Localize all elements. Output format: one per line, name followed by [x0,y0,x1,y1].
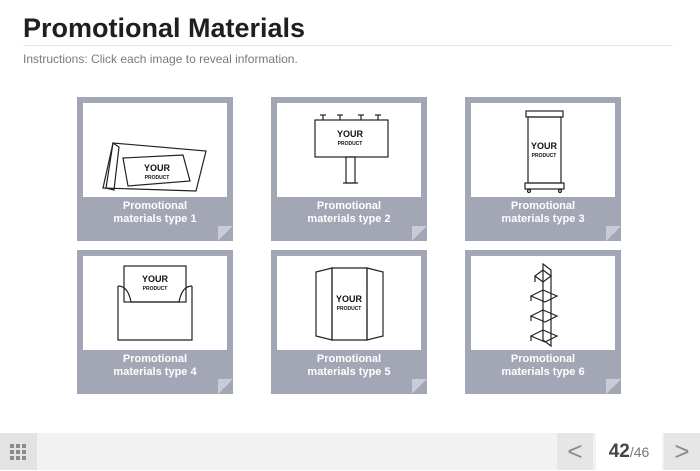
promo-card-3[interactable]: YOUR PRODUCT Promotional materials type … [465,97,621,241]
caption-line-1: Promotional [510,200,576,212]
promo-card-5[interactable]: YOUR PRODUCT Promotional materials type … [271,250,427,394]
brochure-holder-icon: YOUR PRODUCT [117,265,193,341]
footer-bar: < 42/46 > [0,433,700,470]
promo-card-caption: Promotional materials type 1 [77,200,233,226]
promo-card-image[interactable]: YOUR PRODUCT [83,256,227,350]
caption-line-2: materials type 2 [307,213,391,225]
rollup-banner-icon: YOUR PRODUCT [524,110,565,194]
menu-button[interactable] [0,433,37,470]
promo-card-caption: Promotional materials type 5 [271,353,427,379]
product-label-main: YOUR [142,274,169,284]
product-label-sub: PRODUCT [143,286,168,292]
page-curl-icon [606,379,621,394]
promo-card-image[interactable]: YOUR PRODUCT [471,103,615,197]
promo-card-image[interactable] [471,256,615,350]
caption-line-2: materials type 4 [113,366,197,378]
billboard-icon: YOUR PRODUCT [314,114,389,184]
product-label-sub: PRODUCT [532,153,557,159]
caption-line-2: materials type 3 [501,213,585,225]
caption-line-2: materials type 5 [307,366,391,378]
promo-card-6[interactable]: Promotional materials type 6 [465,250,621,394]
product-label-sub: PRODUCT [337,306,362,312]
caption-line-1: Promotional [510,353,576,365]
trifold-display-icon: YOUR PRODUCT [315,267,384,341]
page-counter: 42/46 [596,433,662,470]
promo-card-image[interactable]: YOUR PRODUCT [277,103,421,197]
product-label-sub: PRODUCT [145,175,170,181]
page-curl-icon [412,379,427,394]
caption-line-2: materials type 6 [501,366,585,378]
total-pages: /46 [629,444,650,460]
promo-card-2[interactable]: YOUR PRODUCT Promotional materials type … [271,97,427,241]
page-title: Promotional Materials [23,13,306,43]
promo-card-caption: Promotional materials type 2 [271,200,427,226]
product-label-main: YOUR [337,129,364,139]
product-label-sub: PRODUCT [338,141,363,147]
promo-card-caption: Promotional materials type 3 [465,200,621,226]
chevron-left-icon: < [567,436,583,466]
product-label-main: YOUR [144,163,171,173]
promo-card-1[interactable]: YOUR PRODUCT Promotional materials type … [77,97,233,241]
title-divider [23,45,673,46]
table-tent-icon: YOUR PRODUCT [102,141,207,192]
promo-card-image[interactable]: YOUR PRODUCT [83,103,227,197]
promo-card-4[interactable]: YOUR PRODUCT Promotional materials type … [77,250,233,394]
page-curl-icon [606,226,621,241]
product-label-main: YOUR [336,294,363,304]
instructions-text: Instructions: Click each image to reveal… [23,52,298,66]
chevron-right-icon: > [674,436,690,466]
page-curl-icon [218,226,233,241]
shelf-stand-icon [529,262,559,348]
prev-button[interactable]: < [557,433,593,470]
promo-card-caption: Promotional materials type 4 [77,353,233,379]
next-button[interactable]: > [664,433,700,470]
caption-line-1: Promotional [122,353,188,365]
page-curl-icon [218,379,233,394]
promo-card-image[interactable]: YOUR PRODUCT [277,256,421,350]
caption-line-2: materials type 1 [113,213,197,225]
caption-line-1: Promotional [316,353,382,365]
product-label-main: YOUR [531,141,558,151]
current-page: 42 [608,441,630,462]
caption-line-1: Promotional [316,200,382,212]
caption-line-1: Promotional [122,200,188,212]
promo-card-caption: Promotional materials type 6 [465,353,621,379]
page-curl-icon [412,226,427,241]
